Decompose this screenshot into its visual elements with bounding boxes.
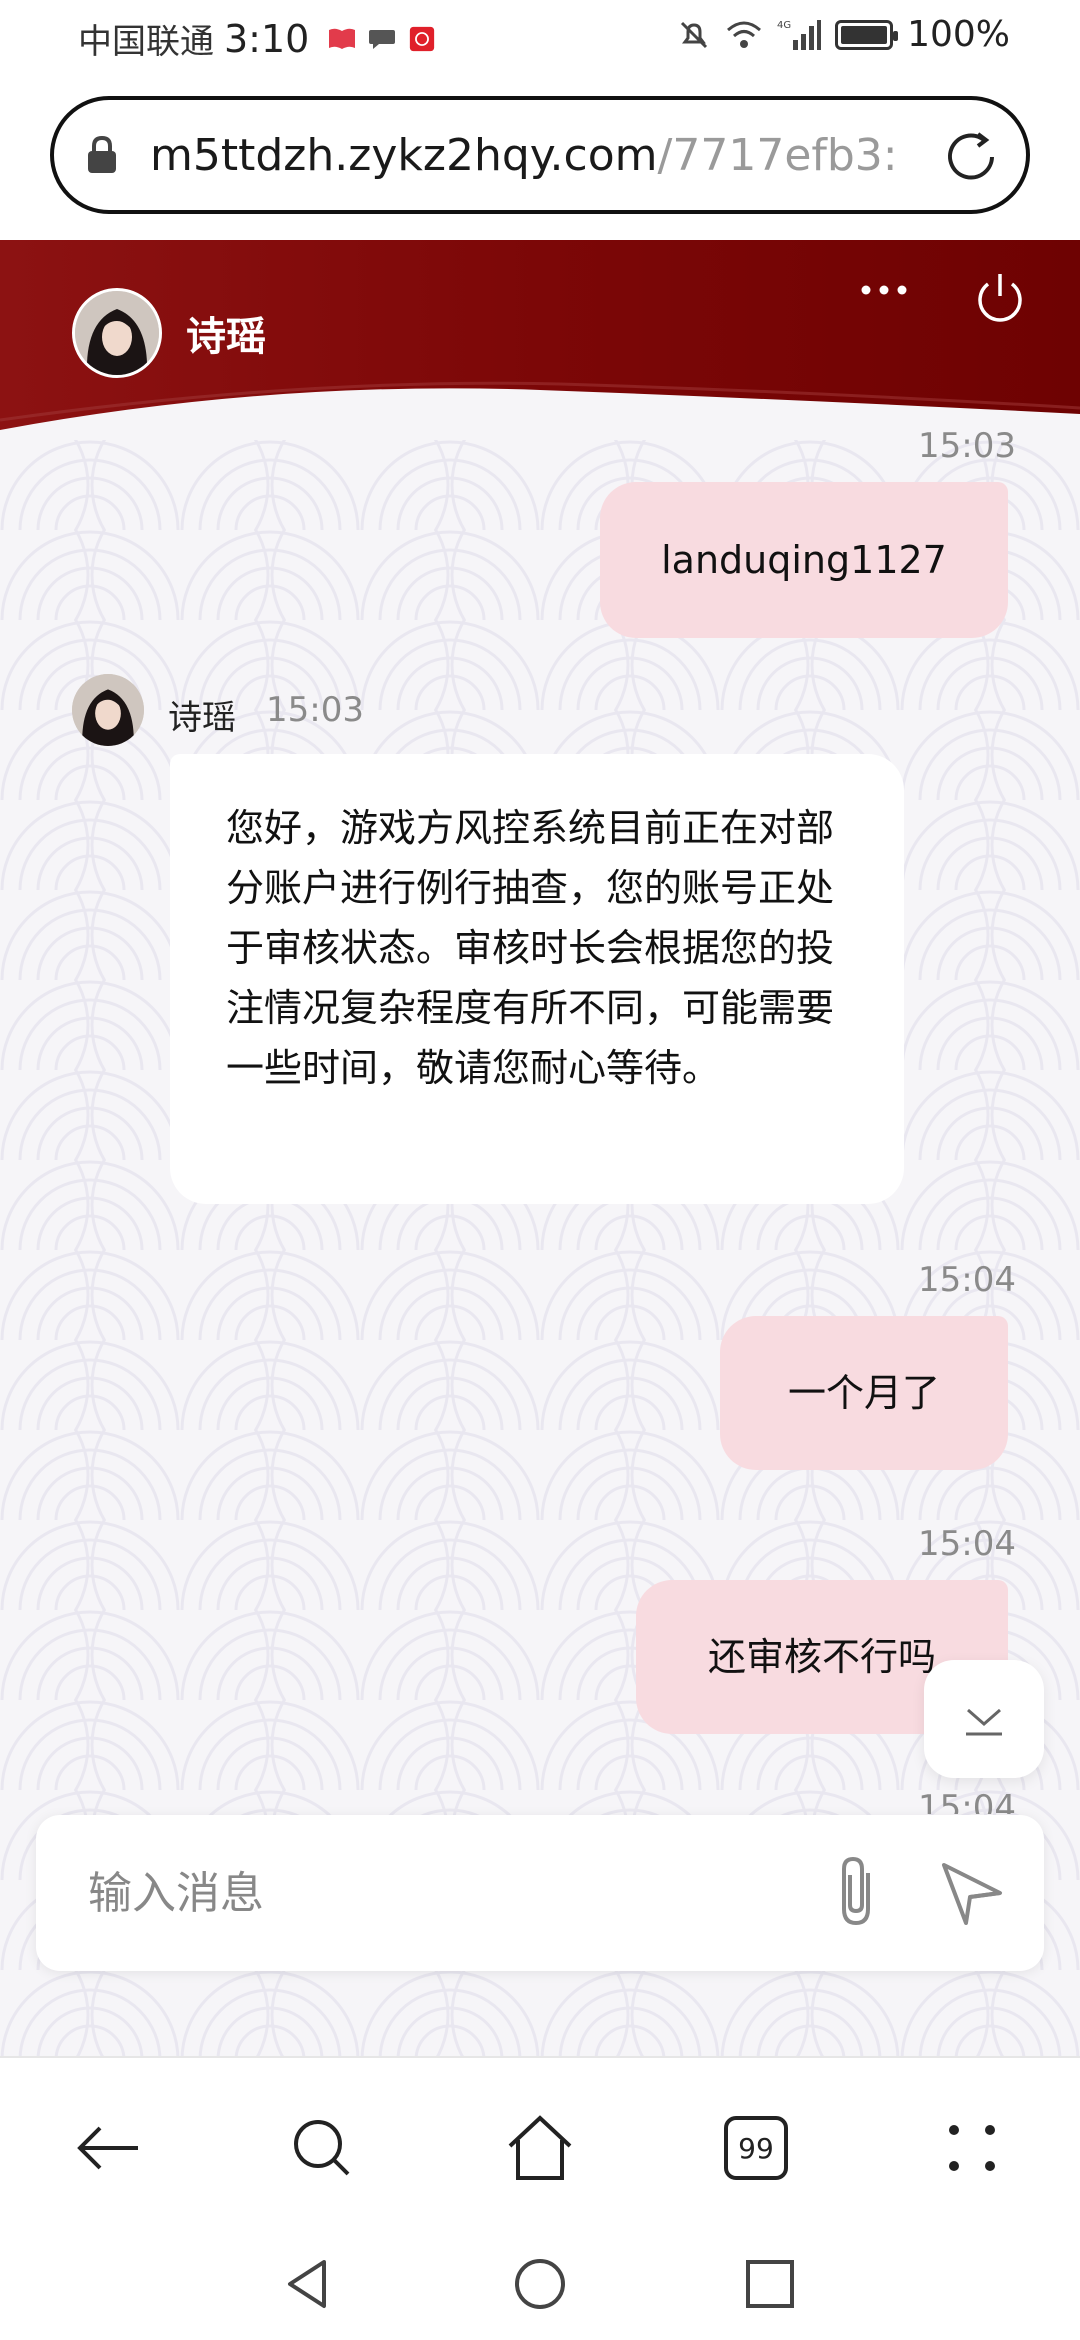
home-icon[interactable] [500, 2108, 580, 2188]
signal-icon: 4G [777, 19, 822, 50]
message-text: 您好，游戏方风控系统目前正在对部分账户进行例行抽查，您的账号正处于审核状态。审核… [226, 806, 835, 1090]
message-time: 15:03 [918, 426, 1016, 466]
address-bar[interactable]: m5ttdzh.zykz2hqy.com/7717efb3: [50, 96, 1030, 214]
notification-icons [327, 26, 437, 52]
lock-icon [88, 135, 116, 173]
battery-percent: 100% [907, 14, 1010, 55]
scroll-to-bottom-button[interactable] [924, 1660, 1044, 1778]
avatar-image-icon [75, 291, 159, 375]
more-icon[interactable] [858, 280, 910, 300]
message-time: 15:04 [918, 1524, 1016, 1564]
system-recents-icon[interactable] [740, 2254, 800, 2314]
wifi-icon [727, 21, 762, 48]
sender-name: 诗瑶 [168, 698, 236, 738]
status-bar: 中国联通 3:10 4G 100% [0, 0, 1080, 80]
menu-icon[interactable] [932, 2108, 1012, 2188]
carrier-label: 中国联通 [78, 22, 214, 62]
chat-bubble-icon [369, 29, 396, 49]
system-navigation-bar [0, 2226, 1080, 2340]
status-left: 中国联通 3:10 [78, 14, 437, 63]
system-home-icon[interactable] [510, 2254, 570, 2314]
tabs-count: 99 [738, 2132, 774, 2165]
contact-avatar[interactable] [72, 288, 162, 378]
message-bubble-out[interactable]: landuqing1127 [600, 482, 1008, 638]
attach-icon[interactable] [822, 1849, 892, 1933]
message-text: 还审核不行吗 [707, 1635, 936, 1679]
scroll-down-icon [966, 1708, 1002, 1736]
url-text[interactable]: m5ttdzh.zykz2hqy.com/7717efb3: [150, 130, 910, 181]
message-time: 15:04 [918, 1788, 1016, 1814]
book-icon [329, 28, 356, 49]
message-composer [36, 1815, 1044, 1971]
network-type: 4G [777, 20, 791, 31]
status-right: 4G 100% [677, 14, 1010, 55]
message-input[interactable] [88, 1851, 808, 1935]
system-back-icon[interactable] [278, 2254, 338, 2314]
send-icon[interactable] [936, 1857, 1008, 1929]
message-bubble-out[interactable]: 一个月了 [720, 1316, 1008, 1470]
message-text: 一个月了 [787, 1371, 940, 1415]
search-icon[interactable] [282, 2108, 362, 2188]
clock: 3:10 [224, 16, 310, 61]
back-icon[interactable] [68, 2108, 148, 2188]
browser-toolbar: 99 [0, 2056, 1080, 2226]
message-text: landuqing1127 [661, 538, 947, 582]
power-icon[interactable] [972, 270, 1028, 326]
tabs-icon[interactable]: 99 [716, 2108, 796, 2188]
mute-bell-icon [681, 21, 708, 48]
message-time: 15:04 [918, 1260, 1016, 1300]
reload-icon[interactable] [940, 126, 1002, 188]
sender-avatar[interactable] [72, 674, 144, 746]
app-icon [410, 26, 435, 51]
contact-name: 诗瑶 [186, 314, 266, 360]
message-bubble-in[interactable]: 您好，游戏方风控系统目前正在对部分账户进行例行抽查，您的账号正处于审核状态。审核… [170, 754, 904, 1204]
url-path: /7717efb3: [657, 129, 898, 181]
message-time: 15:03 [266, 690, 364, 730]
avatar-image-icon [72, 674, 144, 746]
url-host: m5ttdzh.zykz2hqy.com [150, 129, 658, 181]
battery-icon [835, 19, 899, 50]
